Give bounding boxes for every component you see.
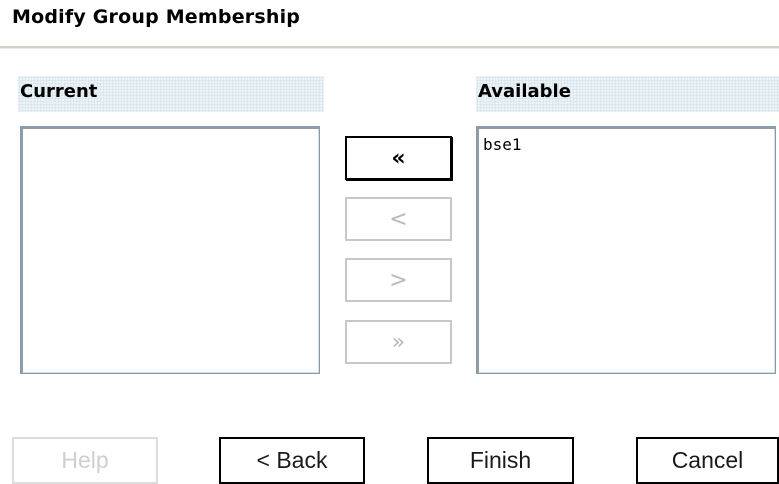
back-button[interactable]: < Back bbox=[219, 437, 365, 484]
help-button[interactable]: Help bbox=[12, 437, 158, 484]
list-item-bse1[interactable]: bse1 bbox=[483, 135, 769, 155]
current-listbox[interactable] bbox=[20, 126, 320, 374]
cancel-button[interactable]: Cancel bbox=[636, 437, 779, 484]
add-all-button[interactable]: « bbox=[345, 136, 452, 180]
available-header: Available bbox=[476, 76, 779, 112]
finish-button[interactable]: Finish bbox=[427, 437, 574, 484]
remove-button[interactable]: > bbox=[345, 258, 452, 302]
page-title: Modify Group Membership bbox=[12, 6, 301, 28]
add-button[interactable]: < bbox=[345, 197, 452, 241]
available-listbox[interactable]: bse1 bbox=[476, 126, 776, 374]
current-header: Current bbox=[18, 76, 324, 112]
remove-all-button[interactable]: » bbox=[345, 320, 452, 364]
title-divider bbox=[0, 46, 779, 49]
